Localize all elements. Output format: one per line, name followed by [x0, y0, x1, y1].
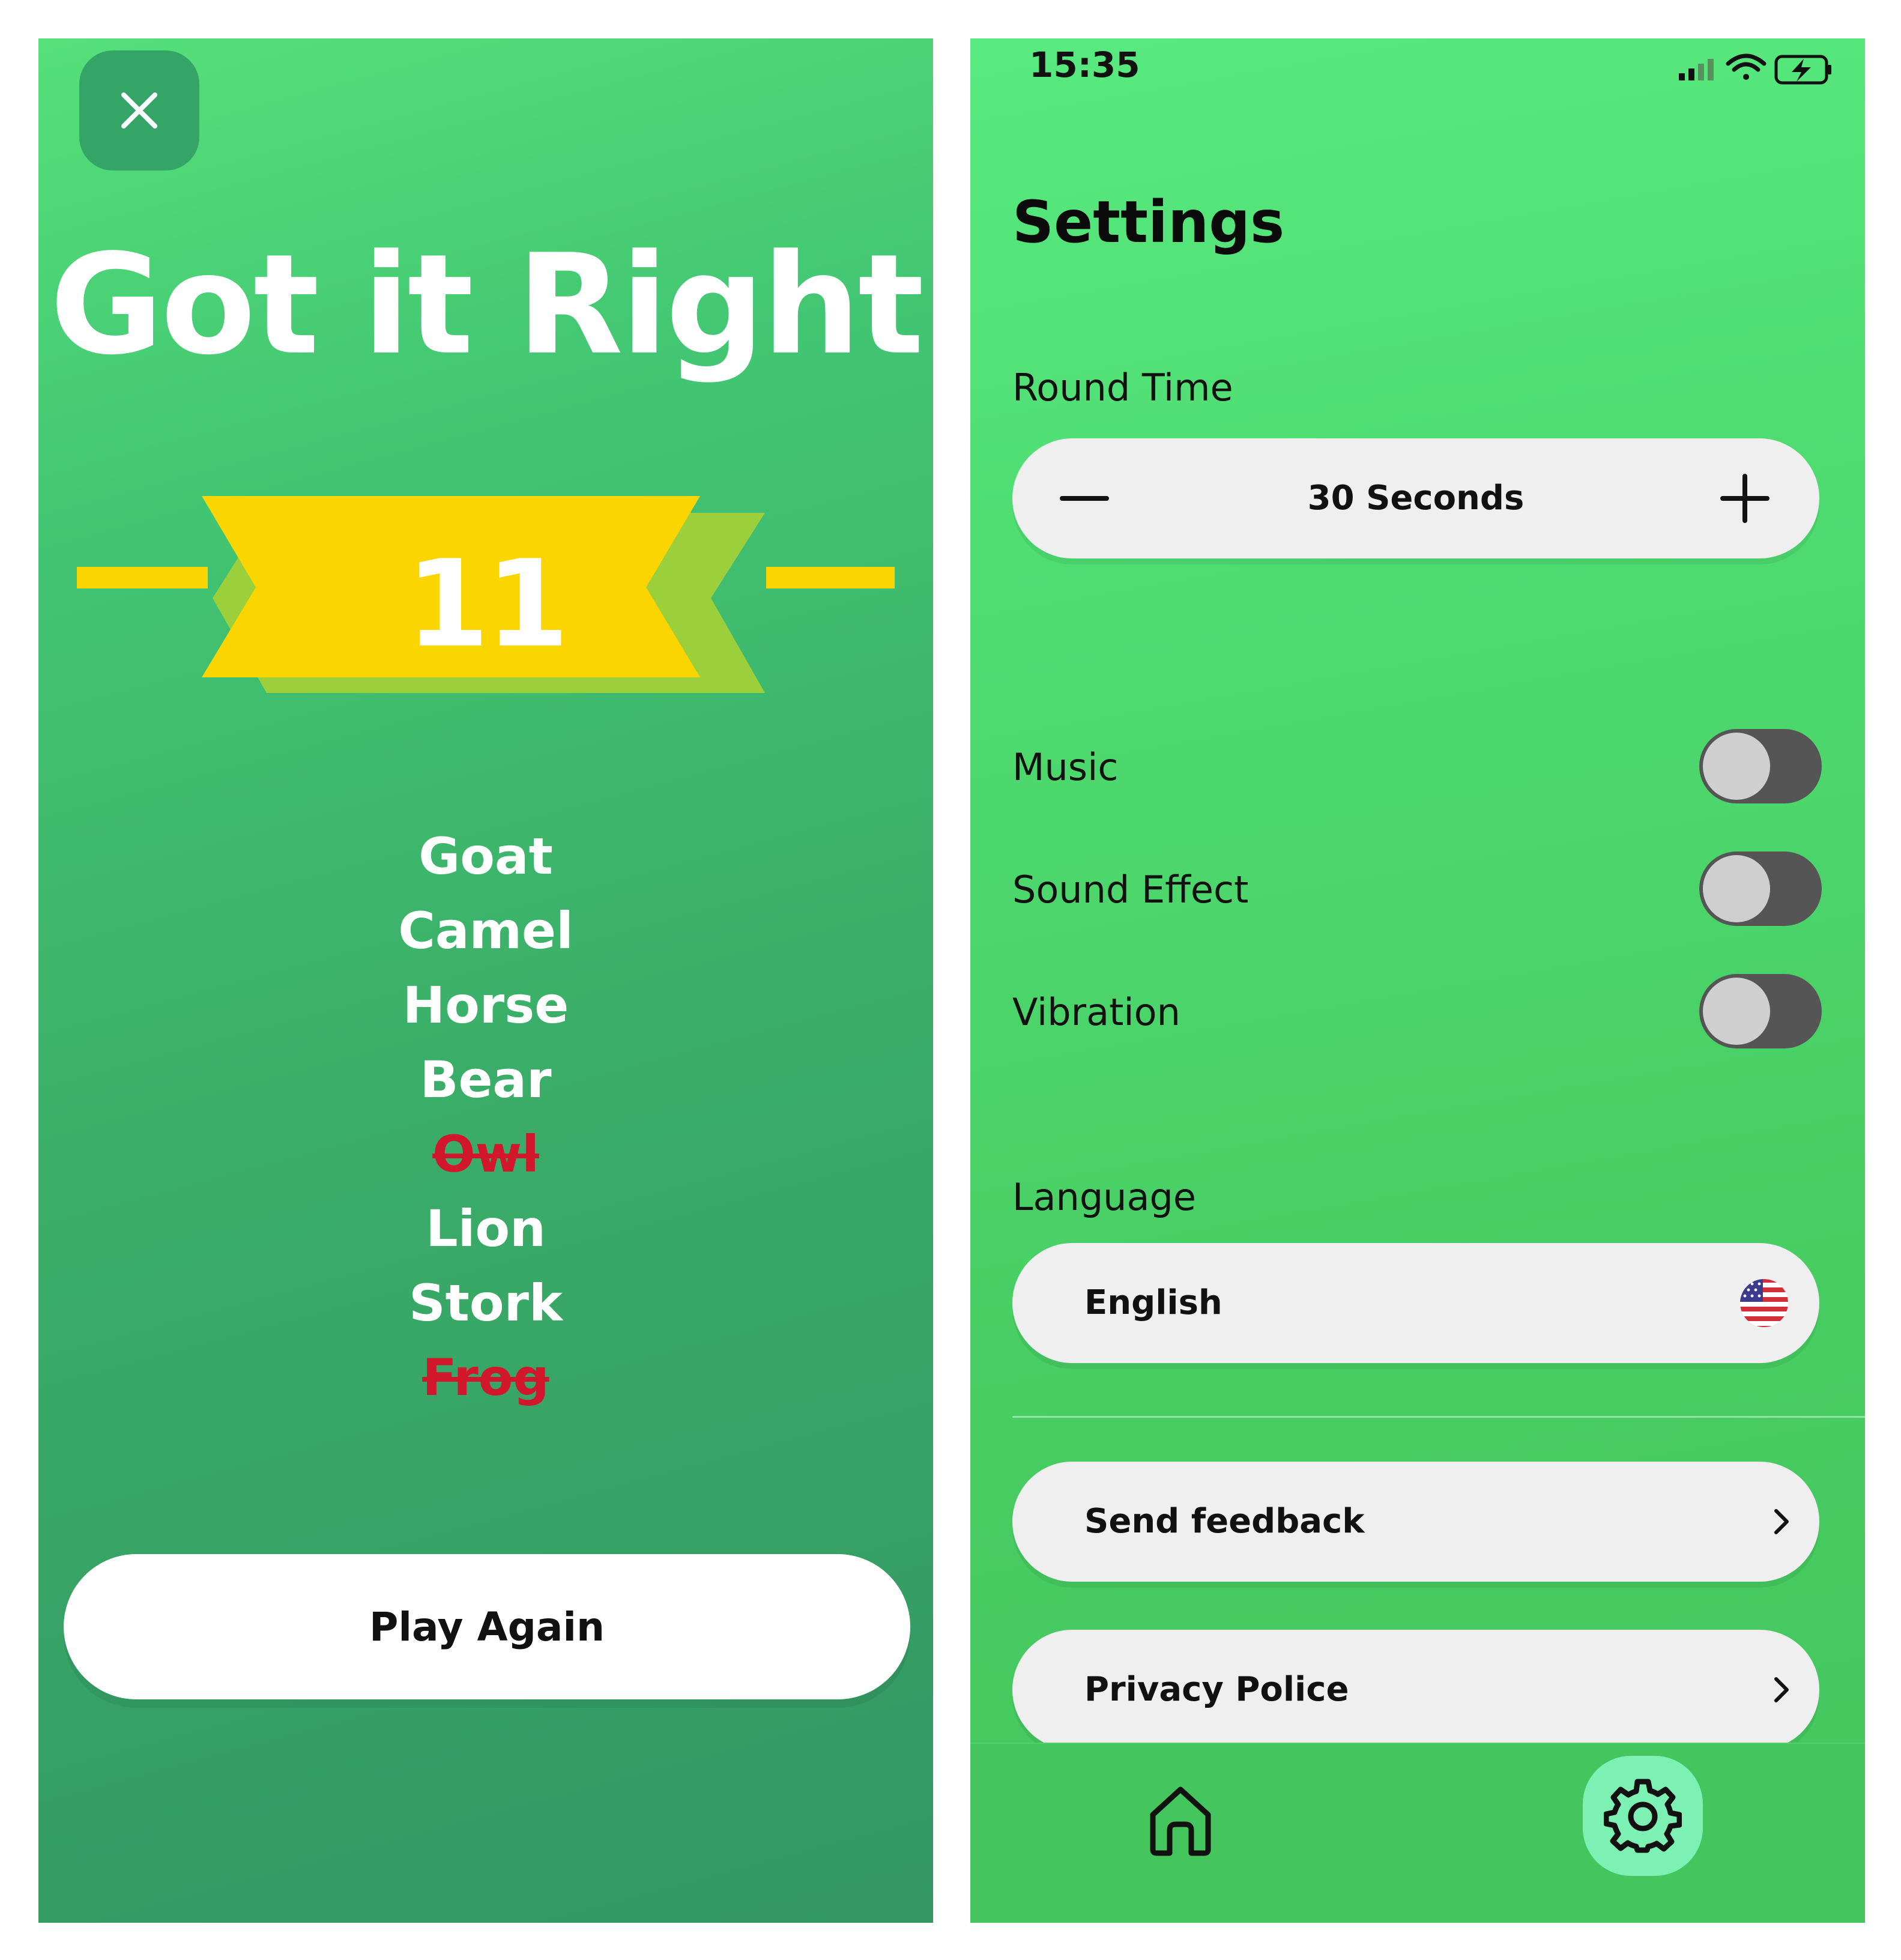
us-flag-icon [1740, 1279, 1788, 1327]
word-item: Lion [426, 1199, 546, 1258]
language-select[interactable]: English [1012, 1243, 1819, 1363]
signal-icon [1679, 59, 1714, 80]
close-button[interactable] [79, 50, 199, 171]
sound-effect-label: Sound Effect [1012, 868, 1249, 912]
toggle-knob [1703, 733, 1770, 800]
privacy-policy-label: Privacy Police [1084, 1670, 1349, 1709]
music-label: Music [1012, 745, 1119, 789]
toggle-knob [1703, 978, 1770, 1045]
status-icons [1679, 53, 1831, 85]
result-screen: Got it Right 11 Goat Camel Horse Bear Ow… [38, 38, 933, 1923]
nav-settings-button[interactable] [1583, 1756, 1703, 1876]
plus-icon [1720, 474, 1770, 523]
round-time-label: Round Time [1012, 366, 1233, 410]
status-time: 15:35 [1029, 44, 1140, 85]
battery-icon [1774, 55, 1831, 85]
toggle-knob [1703, 855, 1770, 922]
chevron-right-icon [1774, 1677, 1789, 1702]
result-title: Got it Right [50, 225, 924, 386]
send-feedback-button[interactable]: Send feedback [1012, 1462, 1819, 1582]
word-list: Goat Camel Horse Bear Owl Lion Stork Fro… [38, 819, 933, 1469]
vibration-label: Vibration [1012, 990, 1180, 1034]
word-item: Horse [402, 976, 569, 1035]
music-toggle[interactable] [1699, 729, 1822, 803]
word-item: Camel [398, 901, 573, 960]
word-item: Goat [419, 827, 553, 886]
privacy-policy-button[interactable]: Privacy Police [1012, 1630, 1819, 1750]
home-icon[interactable] [1144, 1780, 1216, 1858]
gear-icon [1604, 1779, 1682, 1853]
vibration-toggle[interactable] [1699, 974, 1822, 1048]
round-time-stepper: 30 Seconds [1012, 438, 1819, 558]
word-item: Stork [409, 1274, 563, 1332]
settings-screen: 15:35 Settings Round Time 30 Seconds Mus… [970, 38, 1865, 1923]
word-item: Bear [420, 1050, 552, 1109]
send-feedback-label: Send feedback [1084, 1502, 1365, 1541]
chevron-right-icon [1774, 1509, 1789, 1534]
close-icon [121, 92, 157, 129]
play-again-button[interactable]: Play Again [64, 1554, 910, 1699]
minus-icon [1060, 496, 1109, 501]
increase-button[interactable] [1709, 462, 1781, 534]
word-item: Frog [422, 1348, 549, 1407]
page-title: Settings [1012, 189, 1285, 256]
score-value: 11 [405, 534, 569, 674]
sound-effect-toggle[interactable] [1699, 851, 1822, 926]
wifi-icon [1726, 53, 1767, 80]
bottom-nav [970, 1743, 1865, 1923]
language-value: English [1084, 1283, 1223, 1322]
decrease-button[interactable] [1048, 462, 1120, 534]
round-time-value: 30 Seconds [1307, 479, 1525, 518]
word-item: Owl [432, 1125, 539, 1184]
language-label: Language [1012, 1175, 1196, 1219]
divider [1012, 1416, 1865, 1418]
